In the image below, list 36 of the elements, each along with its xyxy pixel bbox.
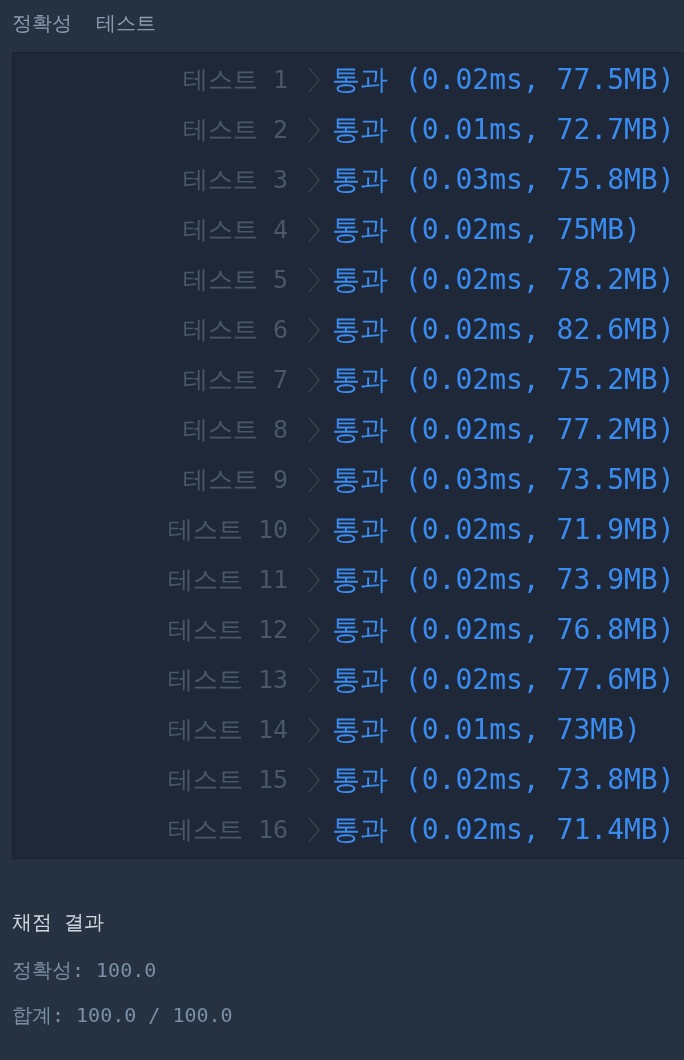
test-result: 통과 (0.01ms, 72.7MB) xyxy=(332,112,675,148)
test-result: 통과 (0.02ms, 82.6MB) xyxy=(332,312,675,348)
test-result: 통과 (0.01ms, 73MB) xyxy=(332,712,641,748)
test-result: 통과 (0.02ms, 78.2MB) xyxy=(332,262,675,298)
chevron-icon xyxy=(308,717,320,743)
chevron-icon xyxy=(308,367,320,393)
chevron-icon xyxy=(308,667,320,693)
summary-title: 채점 결과 xyxy=(12,909,106,936)
chevron-icon xyxy=(308,117,320,143)
test-result: 통과 (0.02ms, 77.6MB) xyxy=(332,662,675,698)
test-result: 통과 (0.02ms, 71.9MB) xyxy=(332,512,675,548)
test-result: 통과 (0.02ms, 75MB) xyxy=(332,212,641,248)
chevron-icon xyxy=(308,317,320,343)
chevron-icon xyxy=(308,517,320,543)
test-result: 통과 (0.02ms, 73.9MB) xyxy=(332,562,675,598)
test-result: 통과 (0.02ms, 73.8MB) xyxy=(332,762,675,798)
chevron-icon xyxy=(308,67,320,93)
score-line: 합계: 100.0 / 100.0 xyxy=(12,1002,234,1029)
chevron-icon xyxy=(308,217,320,243)
chevron-icon xyxy=(308,567,320,593)
chevron-icon xyxy=(308,817,320,843)
score-line: 정확성: 100.0 xyxy=(12,957,158,984)
section-title: 정확성 테스트 xyxy=(12,10,157,37)
chevron-icon xyxy=(308,167,320,193)
chevron-icon xyxy=(308,417,320,443)
test-result: 통과 (0.02ms, 77.2MB) xyxy=(332,412,675,448)
chevron-icon xyxy=(308,767,320,793)
test-result: 통과 (0.02ms, 75.2MB) xyxy=(332,362,675,398)
test-result: 통과 (0.02ms, 71.4MB) xyxy=(332,812,675,848)
chevron-icon xyxy=(308,267,320,293)
chevron-icon xyxy=(308,617,320,643)
test-result: 통과 (0.02ms, 76.8MB) xyxy=(332,612,675,648)
test-result: 통과 (0.03ms, 73.5MB) xyxy=(332,462,675,498)
test-result: 통과 (0.02ms, 77.5MB) xyxy=(332,62,675,98)
test-result: 통과 (0.03ms, 75.8MB) xyxy=(332,162,675,198)
chevron-icon xyxy=(308,467,320,493)
